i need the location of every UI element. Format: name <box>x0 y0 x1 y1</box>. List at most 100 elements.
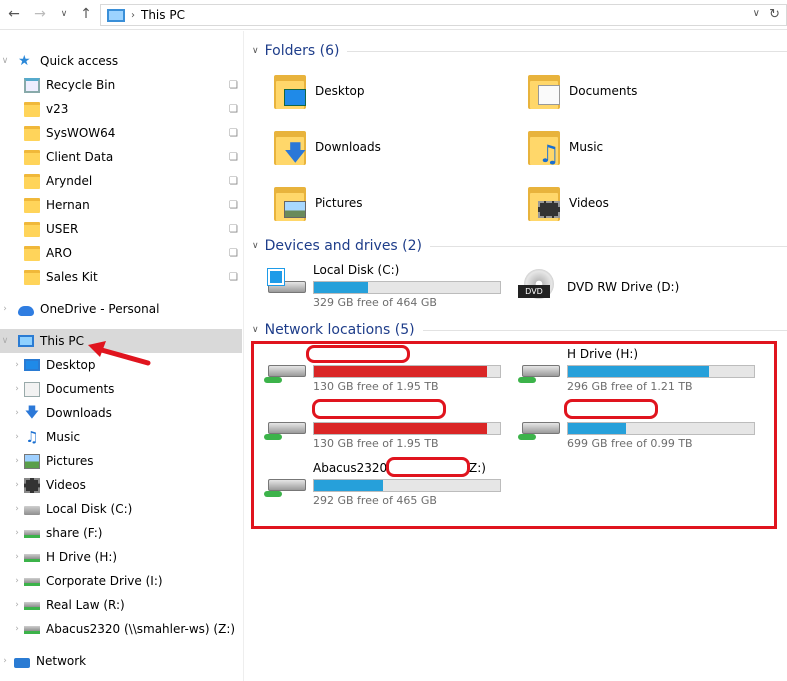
folder-name: Desktop <box>315 84 365 98</box>
folder-pictures[interactable]: Pictures <box>270 179 510 227</box>
sidebar-item-user[interactable]: USER ❏ <box>0 217 242 241</box>
highlight-box <box>251 341 777 529</box>
chevron-right-icon[interactable]: › <box>12 432 22 442</box>
sidebar-item-label: Real Law (R:) <box>46 598 125 612</box>
folder-videos[interactable]: Videos <box>524 179 764 227</box>
section-title: Folders (6) <box>264 43 340 59</box>
sidebar-item-h-drive[interactable]: › H Drive (H:) <box>0 545 242 569</box>
navigation-bar: ← → ∨ ↑ › This PC ∨ ↻ <box>0 0 787 30</box>
sidebar-item-sales-kit[interactable]: Sales Kit ❏ <box>0 265 242 289</box>
sidebar-item-aro[interactable]: ARO ❏ <box>0 241 242 265</box>
address-bar[interactable]: › This PC ∨ ↻ <box>100 4 787 26</box>
sidebar-item-videos[interactable]: › Videos <box>0 473 242 497</box>
sidebar-item-music[interactable]: › ♫ Music <box>0 425 242 449</box>
pin-icon[interactable]: ❏ <box>229 176 238 187</box>
pin-icon[interactable]: ❏ <box>229 200 238 211</box>
pin-icon[interactable]: ❏ <box>229 104 238 115</box>
sidebar-item-downloads[interactable]: › 🡇 Downloads <box>0 401 242 425</box>
folder-downloads[interactable]: 🡇 Downloads <box>270 123 510 171</box>
section-header-network[interactable]: ∨ Network locations (5) <box>252 320 787 340</box>
pin-icon[interactable]: ❏ <box>229 128 238 139</box>
sidebar-item-label: ARO <box>46 246 72 260</box>
folder-name: Documents <box>569 84 638 98</box>
chevron-down-icon[interactable]: ∨ <box>252 325 259 335</box>
sidebar-item-client-data[interactable]: Client Data ❏ <box>0 145 242 169</box>
pin-icon[interactable]: ❏ <box>229 80 238 91</box>
chevron-right-icon[interactable]: › <box>12 480 22 490</box>
section-header-devices[interactable]: ∨ Devices and drives (2) <box>252 236 787 256</box>
section-header-folders[interactable]: ∨ Folders (6) <box>252 41 787 61</box>
film-icon <box>24 477 40 493</box>
chevron-down-icon[interactable]: ∨ <box>252 241 259 251</box>
chevron-right-icon[interactable]: › <box>12 528 22 538</box>
folder-music[interactable]: ♫ Music <box>524 123 764 171</box>
drive-name: Local Disk (C:) <box>313 263 400 277</box>
pin-icon[interactable]: ❏ <box>229 224 238 235</box>
sidebar-item-label: Network <box>36 654 87 668</box>
pin-icon[interactable]: ❏ <box>229 248 238 259</box>
pin-icon[interactable]: ❏ <box>229 272 238 283</box>
folder-icon <box>24 125 40 141</box>
drive-usage-fill <box>314 282 368 293</box>
sidebar-item-aryndel[interactable]: Aryndel ❏ <box>0 169 242 193</box>
content-pane: ∨ Folders (6) Desktop Documents 🡇 Downlo… <box>246 31 787 681</box>
folder-icon <box>24 173 40 189</box>
folder-documents[interactable]: Documents <box>524 67 764 115</box>
sidebar-item-quick-access[interactable]: ∨ ★ Quick access <box>0 49 242 73</box>
chevron-right-icon[interactable]: › <box>12 552 22 562</box>
folder-icon <box>24 221 40 237</box>
drive-local-disk-c[interactable]: Local Disk (C:) 329 GB free of 464 GB <box>262 259 512 309</box>
chevron-right-icon[interactable]: › <box>12 408 22 418</box>
sidebar-item-local-disk[interactable]: › Local Disk (C:) <box>0 497 242 521</box>
sidebar-item-pictures[interactable]: › Pictures <box>0 449 242 473</box>
recycle-bin-icon <box>24 77 40 93</box>
folder-desktop[interactable]: Desktop <box>270 67 510 115</box>
sidebar-item-hernan[interactable]: Hernan ❏ <box>0 193 242 217</box>
folder-name: Music <box>569 140 604 154</box>
redaction-mark <box>306 345 410 363</box>
sidebar-item-abacus2320[interactable]: › Abacus2320 (\\smahler-ws) (Z:) <box>0 617 242 641</box>
section-divider <box>430 245 787 247</box>
sidebar-item-real-law[interactable]: › Real Law (R:) <box>0 593 242 617</box>
recent-locations-chevron-icon[interactable]: ∨ <box>54 4 74 24</box>
refresh-icon[interactable]: ↻ <box>769 7 780 22</box>
chevron-down-icon[interactable]: ∨ <box>0 336 10 346</box>
annotation-arrow-icon <box>88 341 151 366</box>
sidebar-item-corporate-drive[interactable]: › Corporate Drive (I:) <box>0 569 242 593</box>
back-arrow-icon[interactable]: ← <box>4 4 24 24</box>
section-title: Devices and drives (2) <box>264 238 423 254</box>
chevron-right-icon[interactable]: › <box>12 624 22 634</box>
sidebar-item-documents[interactable]: › Documents <box>0 377 242 401</box>
drive-usage-bar <box>313 281 501 294</box>
chevron-right-icon[interactable]: › <box>12 576 22 586</box>
chevron-right-icon[interactable]: › <box>12 360 22 370</box>
sidebar-item-recycle-bin[interactable]: Recycle Bin ❏ <box>0 73 242 97</box>
network-drive-icon <box>24 602 40 610</box>
sidebar-item-share[interactable]: › share (F:) <box>0 521 242 545</box>
chevron-right-icon[interactable]: › <box>12 504 22 514</box>
forward-arrow-icon[interactable]: → <box>30 4 50 24</box>
cloud-icon <box>18 305 34 316</box>
hard-drive-icon <box>24 506 40 515</box>
up-arrow-icon[interactable]: ↑ <box>76 4 96 24</box>
sidebar-item-v23[interactable]: v23 ❏ <box>0 97 242 121</box>
sidebar-item-label: OneDrive - Personal <box>40 302 160 316</box>
sidebar-item-onedrive[interactable]: › OneDrive - Personal <box>0 297 242 321</box>
pin-icon[interactable]: ❏ <box>229 152 238 163</box>
drive-dvd-rw-d[interactable]: DVD DVD RW Drive (D:) <box>516 259 766 309</box>
chevron-right-icon[interactable]: › <box>0 656 10 666</box>
chevron-right-icon[interactable]: › <box>12 384 22 394</box>
chevron-right-icon[interactable]: › <box>12 600 22 610</box>
address-dropdown-icon[interactable]: ∨ <box>753 8 760 19</box>
chevron-down-icon[interactable]: ∨ <box>252 46 259 56</box>
folder-name: Downloads <box>315 140 381 154</box>
breadcrumb-this-pc[interactable]: This PC <box>141 8 185 22</box>
chevron-right-icon[interactable]: › <box>0 304 10 314</box>
chevron-right-icon[interactable]: › <box>12 456 22 466</box>
sidebar-item-syswow64[interactable]: SysWOW64 ❏ <box>0 121 242 145</box>
sidebar-item-network[interactable]: › Network <box>0 649 242 673</box>
section-title: Network locations (5) <box>264 322 415 338</box>
chevron-down-icon[interactable]: ∨ <box>0 56 10 66</box>
section-divider <box>422 329 787 331</box>
folder-icon <box>24 269 40 285</box>
